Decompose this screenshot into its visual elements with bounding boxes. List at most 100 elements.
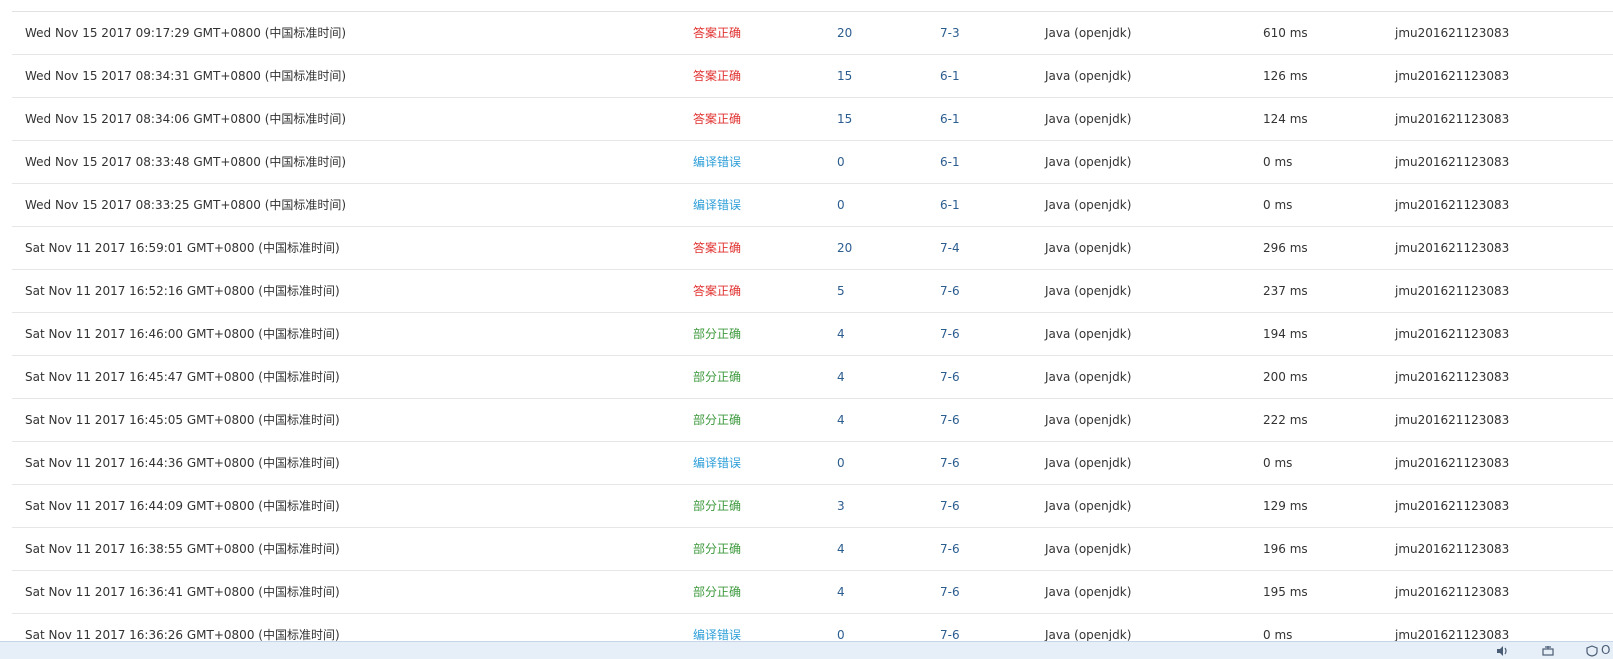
- submission-problem[interactable]: 7-6: [940, 571, 960, 613]
- table-row: Wed Nov 15 2017 08:33:25 GMT+0800 (中国标准时…: [0, 184, 1613, 227]
- submission-score[interactable]: 4: [837, 356, 845, 398]
- network-icon[interactable]: [1541, 645, 1555, 657]
- submission-language: Java (openjdk): [1045, 370, 1132, 384]
- submission-language: Java (openjdk): [1045, 456, 1132, 470]
- submission-score[interactable]: 20: [837, 12, 852, 54]
- submission-time: Wed Nov 15 2017 08:34:31 GMT+0800 (中国标准时…: [25, 69, 347, 83]
- submission-user: jmu201621123083: [1395, 456, 1510, 470]
- submission-run-time: 296 ms: [1263, 241, 1308, 255]
- submission-problem[interactable]: 7-6: [940, 356, 960, 398]
- submission-score[interactable]: 4: [837, 313, 845, 355]
- submission-table: Wed Nov 15 2017 09:17:29 GMT+0800 (中国标准时…: [0, 12, 1613, 657]
- submission-status[interactable]: 编译错误: [693, 141, 741, 183]
- submission-user: jmu201621123083: [1395, 585, 1510, 599]
- table-row: Sat Nov 11 2017 16:59:01 GMT+0800 (中国标准时…: [0, 227, 1613, 270]
- table-row: Sat Nov 11 2017 16:36:41 GMT+0800 (中国标准时…: [0, 571, 1613, 614]
- table-row: Wed Nov 15 2017 08:34:06 GMT+0800 (中国标准时…: [0, 98, 1613, 141]
- submission-language: Java (openjdk): [1045, 155, 1132, 169]
- submission-problem[interactable]: 6-1: [940, 98, 960, 140]
- submission-user: jmu201621123083: [1395, 327, 1510, 341]
- submission-status[interactable]: 部分正确: [693, 485, 741, 527]
- submission-language: Java (openjdk): [1045, 542, 1132, 556]
- submission-run-time: 0 ms: [1263, 456, 1293, 470]
- submission-user: jmu201621123083: [1395, 69, 1510, 83]
- submission-status[interactable]: 部分正确: [693, 313, 741, 355]
- submission-time: Sat Nov 11 2017 16:44:36 GMT+0800 (中国标准时…: [25, 456, 340, 470]
- system-status-bar: O: [0, 641, 1613, 659]
- submission-problem[interactable]: 6-1: [940, 55, 960, 97]
- submission-time: Wed Nov 15 2017 08:33:25 GMT+0800 (中国标准时…: [25, 198, 347, 212]
- submission-status[interactable]: 编译错误: [693, 184, 741, 226]
- submission-language: Java (openjdk): [1045, 499, 1132, 513]
- submission-run-time: 0 ms: [1263, 155, 1293, 169]
- submission-language: Java (openjdk): [1045, 112, 1132, 126]
- submission-status[interactable]: 部分正确: [693, 399, 741, 441]
- submission-status[interactable]: 答案正确: [693, 98, 741, 140]
- submission-time: Sat Nov 11 2017 16:46:00 GMT+0800 (中国标准时…: [25, 327, 340, 341]
- table-row: Sat Nov 11 2017 16:44:36 GMT+0800 (中国标准时…: [0, 442, 1613, 485]
- submission-problem[interactable]: 7-6: [940, 270, 960, 312]
- submission-run-time: 200 ms: [1263, 370, 1308, 384]
- shield-icon[interactable]: [1585, 645, 1599, 657]
- submission-problem[interactable]: 7-6: [940, 528, 960, 570]
- submission-user: jmu201621123083: [1395, 284, 1510, 298]
- submission-score[interactable]: 4: [837, 528, 845, 570]
- table-row: Wed Nov 15 2017 08:34:31 GMT+0800 (中国标准时…: [0, 55, 1613, 98]
- submission-run-time: 129 ms: [1263, 499, 1308, 513]
- submission-user: jmu201621123083: [1395, 198, 1510, 212]
- submission-run-time: 124 ms: [1263, 112, 1308, 126]
- table-row: Sat Nov 11 2017 16:52:16 GMT+0800 (中国标准时…: [0, 270, 1613, 313]
- submission-user: jmu201621123083: [1395, 370, 1510, 384]
- submission-score[interactable]: 0: [837, 141, 845, 183]
- table-row: Wed Nov 15 2017 09:17:29 GMT+0800 (中国标准时…: [0, 12, 1613, 55]
- submission-run-time: 222 ms: [1263, 413, 1308, 427]
- submission-run-time: 0 ms: [1263, 198, 1293, 212]
- submission-status[interactable]: 部分正确: [693, 356, 741, 398]
- submission-score[interactable]: 15: [837, 98, 852, 140]
- submission-user: jmu201621123083: [1395, 413, 1510, 427]
- submission-time: Sat Nov 11 2017 16:45:47 GMT+0800 (中国标准时…: [25, 370, 340, 384]
- submission-time: Sat Nov 11 2017 16:38:55 GMT+0800 (中国标准时…: [25, 542, 340, 556]
- submission-problem[interactable]: 7-6: [940, 313, 960, 355]
- submission-problem[interactable]: 7-6: [940, 442, 960, 484]
- submission-language: Java (openjdk): [1045, 198, 1132, 212]
- submission-status[interactable]: 部分正确: [693, 571, 741, 613]
- submission-score[interactable]: 15: [837, 55, 852, 97]
- tray-overflow-text: O: [1601, 643, 1611, 657]
- submission-status[interactable]: 编译错误: [693, 442, 741, 484]
- submission-problem[interactable]: 7-4: [940, 227, 960, 269]
- submission-score[interactable]: 20: [837, 227, 852, 269]
- submission-status[interactable]: 答案正确: [693, 270, 741, 312]
- submission-run-time: 126 ms: [1263, 69, 1308, 83]
- table-row: Sat Nov 11 2017 16:45:05 GMT+0800 (中国标准时…: [0, 399, 1613, 442]
- submission-problem[interactable]: 7-6: [940, 485, 960, 527]
- submission-status[interactable]: 答案正确: [693, 12, 741, 54]
- submission-user: jmu201621123083: [1395, 499, 1510, 513]
- submission-language: Java (openjdk): [1045, 327, 1132, 341]
- submission-time: Wed Nov 15 2017 08:34:06 GMT+0800 (中国标准时…: [25, 112, 347, 126]
- table-row: Wed Nov 15 2017 08:33:48 GMT+0800 (中国标准时…: [0, 141, 1613, 184]
- submission-language: Java (openjdk): [1045, 585, 1132, 599]
- submission-user: jmu201621123083: [1395, 542, 1510, 556]
- submission-status[interactable]: 答案正确: [693, 55, 741, 97]
- submission-score[interactable]: 4: [837, 399, 845, 441]
- submission-score[interactable]: 0: [837, 442, 845, 484]
- submission-run-time: 195 ms: [1263, 585, 1308, 599]
- speaker-icon[interactable]: [1496, 645, 1510, 657]
- submission-language: Java (openjdk): [1045, 413, 1132, 427]
- submission-problem[interactable]: 7-3: [940, 12, 960, 54]
- submission-score[interactable]: 0: [837, 184, 845, 226]
- submission-score[interactable]: 4: [837, 571, 845, 613]
- submission-language: Java (openjdk): [1045, 284, 1132, 298]
- submission-time: Sat Nov 11 2017 16:52:16 GMT+0800 (中国标准时…: [25, 284, 340, 298]
- submission-problem[interactable]: 6-1: [940, 141, 960, 183]
- table-row: Sat Nov 11 2017 16:44:09 GMT+0800 (中国标准时…: [0, 485, 1613, 528]
- submission-problem[interactable]: 6-1: [940, 184, 960, 226]
- submission-status[interactable]: 答案正确: [693, 227, 741, 269]
- submission-score[interactable]: 3: [837, 485, 845, 527]
- submission-problem[interactable]: 7-6: [940, 399, 960, 441]
- submission-run-time: 610 ms: [1263, 26, 1308, 40]
- submission-score[interactable]: 5: [837, 270, 845, 312]
- submission-status[interactable]: 部分正确: [693, 528, 741, 570]
- submission-run-time: 237 ms: [1263, 284, 1308, 298]
